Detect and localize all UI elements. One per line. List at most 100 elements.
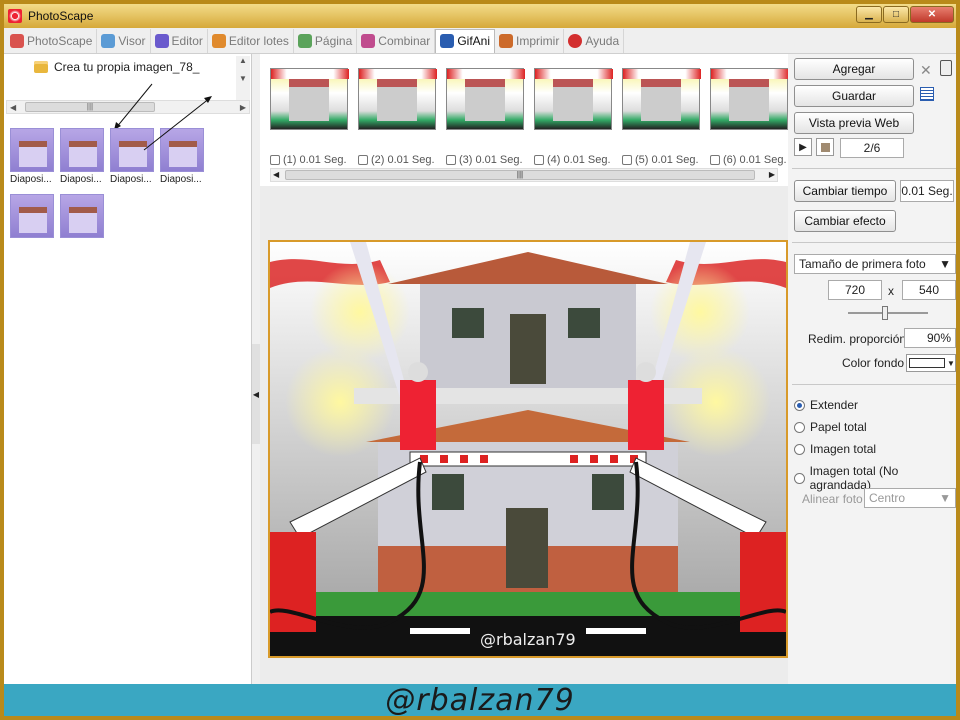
photoscape-app-icon bbox=[8, 9, 22, 23]
frame-thumbnail bbox=[358, 68, 437, 130]
thumbnail-item[interactable] bbox=[60, 194, 104, 238]
frame-strip: (1) 0.01 Seg. (2) 0.01 Seg. (3) 0.01 Seg. (… bbox=[260, 54, 790, 186]
play-frame-icon[interactable] bbox=[534, 155, 544, 165]
bg-color-label: Color fondo bbox=[842, 356, 905, 370]
footer-watermark: @rbalzan79 bbox=[385, 682, 575, 718]
frame-item[interactable]: (2) 0.01 Seg. bbox=[358, 68, 438, 166]
combine-icon bbox=[361, 33, 376, 48]
help-icon bbox=[568, 33, 583, 48]
frame-thumbnail bbox=[446, 68, 525, 130]
window-title: PhotoScape bbox=[28, 9, 94, 23]
frame-strip-scroll-thumb[interactable]: ||| bbox=[285, 170, 755, 180]
frame-strip-scrollbar[interactable]: ◀ ||| ▶ bbox=[270, 168, 778, 182]
frame-counter: 2/6 bbox=[840, 138, 904, 158]
play-frame-icon[interactable] bbox=[358, 155, 368, 165]
frame-item[interactable]: (1) 0.01 Seg. bbox=[270, 68, 350, 166]
radio-papel-total[interactable]: Papel total bbox=[794, 420, 867, 434]
thumbnail-image bbox=[10, 194, 54, 238]
resize-input[interactable]: 90% bbox=[904, 328, 956, 348]
width-input[interactable]: 720 bbox=[828, 280, 882, 300]
size-slider[interactable] bbox=[848, 312, 928, 314]
thumbnail-image bbox=[160, 128, 204, 172]
radio-dot[interactable] bbox=[794, 472, 805, 484]
chevron-down-icon: ▼ bbox=[939, 257, 951, 271]
tab-editor-lotes[interactable]: Editor lotes bbox=[208, 28, 294, 53]
align-label: Alinear foto bbox=[802, 492, 863, 506]
minimize-button[interactable]: ▁ bbox=[856, 6, 882, 23]
preview-illustration bbox=[270, 242, 786, 656]
preview-watermark: @rbalzan79 bbox=[480, 630, 576, 649]
add-button[interactable]: Agregar bbox=[794, 58, 914, 80]
remove-icon[interactable]: ✕ bbox=[920, 62, 932, 79]
main-tabs: PhotoScape Visor Editor Editor lotes Pág… bbox=[4, 28, 956, 54]
time-input[interactable]: 0.01 Seg. bbox=[900, 180, 954, 202]
thumbnail-item[interactable] bbox=[10, 194, 54, 238]
close-button[interactable]: ✕ bbox=[910, 6, 954, 23]
tab-pagina[interactable]: Página bbox=[294, 28, 358, 53]
thumbnail-item[interactable]: Diaposi... bbox=[60, 128, 104, 185]
align-select[interactable]: Centro ▼ bbox=[864, 488, 956, 508]
bg-color-picker[interactable]: ▼ bbox=[906, 354, 956, 372]
print-icon bbox=[499, 33, 513, 48]
play-frame-icon[interactable] bbox=[270, 155, 280, 165]
thumbnail-image bbox=[110, 128, 154, 172]
web-preview-button[interactable]: Vista previa Web bbox=[794, 112, 914, 134]
frame-item[interactable]: (4) 0.01 Seg. bbox=[534, 68, 614, 166]
frame-thumbnail bbox=[710, 68, 789, 130]
title-bar: PhotoScape ▁ □ ✕ bbox=[4, 4, 956, 28]
frame-thumbnail bbox=[534, 68, 613, 130]
frame-item[interactable]: (5) 0.01 Seg. bbox=[622, 68, 702, 166]
thumbnail-item[interactable]: Diaposi... bbox=[160, 128, 204, 185]
radio-dot[interactable] bbox=[794, 443, 805, 455]
radio-extender[interactable]: Extender bbox=[794, 398, 858, 412]
frame-thumbnail bbox=[270, 68, 349, 130]
annotation-arrow bbox=[143, 96, 212, 151]
tab-gifani[interactable]: GifAni bbox=[435, 28, 495, 53]
maximize-button[interactable]: □ bbox=[883, 6, 909, 23]
thumbnail-image bbox=[10, 128, 54, 172]
change-time-button[interactable]: Cambiar tiempo bbox=[794, 180, 896, 202]
tab-photoscape[interactable]: PhotoScape bbox=[6, 28, 98, 53]
radio-dot[interactable] bbox=[794, 421, 805, 433]
divider bbox=[792, 242, 956, 243]
divider bbox=[792, 168, 956, 169]
watermark-banner: @rbalzan79 bbox=[4, 682, 956, 718]
slider-handle[interactable] bbox=[882, 306, 888, 320]
x-label: x bbox=[888, 284, 894, 298]
thumbnail-item[interactable]: Diaposi... bbox=[10, 128, 54, 185]
tab-ayuda[interactable]: Ayuda bbox=[564, 28, 625, 53]
radio-dot[interactable] bbox=[794, 399, 805, 411]
change-effect-button[interactable]: Cambiar efecto bbox=[794, 210, 896, 232]
gifani-icon bbox=[440, 34, 455, 48]
stop-button[interactable] bbox=[816, 138, 834, 156]
animation-preview: @rbalzan79 bbox=[268, 240, 788, 658]
save-button[interactable]: Guardar bbox=[794, 85, 914, 107]
resize-label: Redim. proporción bbox=[808, 332, 907, 346]
play-frame-icon[interactable] bbox=[710, 155, 720, 165]
tab-editor[interactable]: Editor bbox=[151, 28, 208, 53]
play-frame-icon[interactable] bbox=[622, 155, 632, 165]
chevron-down-icon: ▼ bbox=[947, 358, 955, 368]
editor-icon bbox=[154, 33, 169, 48]
app-window: PhotoScape ▁ □ ✕ PhotoScape Visor Editor… bbox=[0, 0, 960, 720]
tab-combinar[interactable]: Combinar bbox=[357, 28, 436, 53]
frame-item[interactable]: (3) 0.01 Seg. bbox=[446, 68, 526, 166]
height-input[interactable]: 540 bbox=[902, 280, 956, 300]
gif-options-panel: Agregar ✕ Guardar Vista previa Web ▶ 2/6… bbox=[788, 54, 956, 684]
list-icon[interactable] bbox=[920, 87, 934, 101]
frame-item[interactable]: (6) 0.01 Seg. bbox=[710, 68, 790, 166]
play-button[interactable]: ▶ bbox=[794, 138, 812, 156]
play-frame-icon[interactable] bbox=[446, 155, 456, 165]
size-select[interactable]: Tamaño de primera foto ▼ bbox=[794, 254, 956, 274]
panel-collapse-handle[interactable]: ◀ bbox=[252, 344, 260, 444]
thumbnail-item[interactable]: Diaposi... bbox=[110, 128, 154, 185]
radio-imagen-total[interactable]: Imagen total bbox=[794, 442, 876, 456]
chevron-down-icon: ▼ bbox=[939, 491, 951, 505]
batch-editor-icon bbox=[211, 33, 226, 48]
tab-visor[interactable]: Visor bbox=[97, 28, 151, 53]
divider bbox=[792, 384, 956, 385]
trash-icon[interactable] bbox=[940, 60, 952, 76]
tab-imprimir[interactable]: Imprimir bbox=[495, 28, 565, 53]
gif-workspace: (1) 0.01 Seg. (2) 0.01 Seg. (3) 0.01 Seg. (… bbox=[143, 54, 790, 684]
viewer-icon bbox=[101, 33, 116, 48]
